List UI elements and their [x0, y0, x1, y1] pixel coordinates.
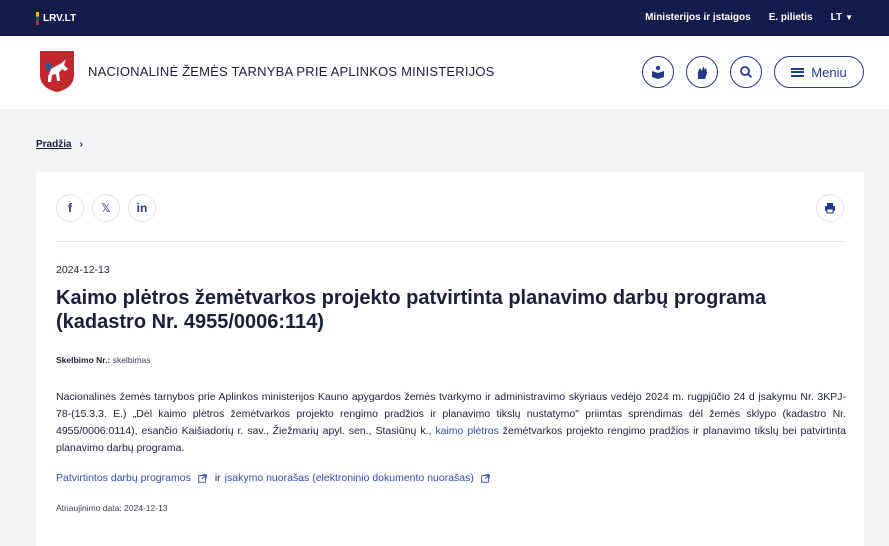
menu-button[interactable]: Meniu	[774, 56, 864, 88]
article-card: f 𝕏 in 2024-12-13 Kaimo plėtros žemėtvar…	[36, 172, 864, 546]
sign-language-icon	[698, 66, 707, 79]
article-title: Kaimo plėtros žemėtvarkos projekto patvi…	[56, 287, 767, 333]
x-icon: 𝕏	[101, 201, 111, 215]
breadcrumb: Pradžia ›	[36, 139, 83, 150]
article-date: 2024-12-13	[56, 264, 110, 276]
announcement-number-value: skelbimas	[112, 355, 151, 365]
easy-read-button[interactable]	[642, 56, 674, 88]
document-links: Patvirtintos darbų programos ir įsakymo …	[56, 472, 494, 484]
language-selector[interactable]: LT ▼	[831, 12, 853, 23]
approved-program-link[interactable]: Patvirtintos darbų programos	[56, 472, 191, 484]
rural-development-link[interactable]: kaimo plėtros	[435, 425, 498, 437]
lrv-link[interactable]: LRV.LT	[36, 12, 76, 25]
coat-of-arms-logo[interactable]	[38, 49, 76, 93]
e-citizen-link[interactable]: E. pilietis	[769, 12, 813, 23]
breadcrumb-separator-icon: ›	[79, 139, 83, 150]
external-link-icon	[198, 473, 207, 483]
external-link-icon	[481, 473, 490, 483]
language-label: LT	[830, 12, 843, 23]
lithuanian-flag-icon	[36, 12, 39, 25]
linkedin-icon: in	[136, 201, 148, 215]
announcement-number-label: Skelbimo Nr.:	[56, 355, 111, 365]
update-date: Atnaujinimo data: 2024-12-13	[56, 503, 168, 513]
breadcrumb-home-link[interactable]: Pradžia	[36, 139, 72, 150]
menu-label: Meniu	[811, 64, 847, 80]
government-topbar: LRV.LT Ministerijos ir įstaigos E. pilie…	[0, 0, 889, 36]
easy-read-icon	[652, 65, 664, 79]
site-header: NACIONALINĖ ŽEMĖS TARNYBA PRIE APLINKOS …	[0, 36, 889, 109]
sign-language-button[interactable]	[686, 56, 718, 88]
share-facebook-button[interactable]: f	[56, 194, 84, 222]
facebook-icon: f	[68, 201, 72, 215]
order-copy-link[interactable]: įsakymo nuorašas (elektroninio dokumento…	[225, 472, 474, 484]
article-body: Nacionalinės žemės tarnybos prie Aplinko…	[56, 389, 846, 457]
chevron-down-icon: ▼	[845, 13, 853, 22]
lrv-label: LRV.LT	[43, 13, 77, 24]
link-connector: ir	[214, 472, 221, 484]
share-x-button[interactable]: 𝕏	[92, 194, 120, 222]
print-button[interactable]	[816, 194, 844, 222]
divider	[56, 241, 844, 242]
ministries-link[interactable]: Ministerijos ir įstaigos	[645, 12, 751, 23]
topbar-links: Ministerijos ir įstaigos E. pilietis LT ▼	[645, 12, 853, 23]
search-button[interactable]	[730, 56, 762, 88]
announcement-number: Skelbimo Nr.: skelbimas	[56, 355, 151, 365]
search-icon	[740, 66, 753, 79]
print-icon	[825, 203, 835, 214]
share-linkedin-button[interactable]: in	[128, 194, 156, 222]
menu-icon	[791, 67, 805, 77]
site-title[interactable]: NACIONALINĖ ŽEMĖS TARNYBA PRIE APLINKOS …	[88, 64, 495, 79]
